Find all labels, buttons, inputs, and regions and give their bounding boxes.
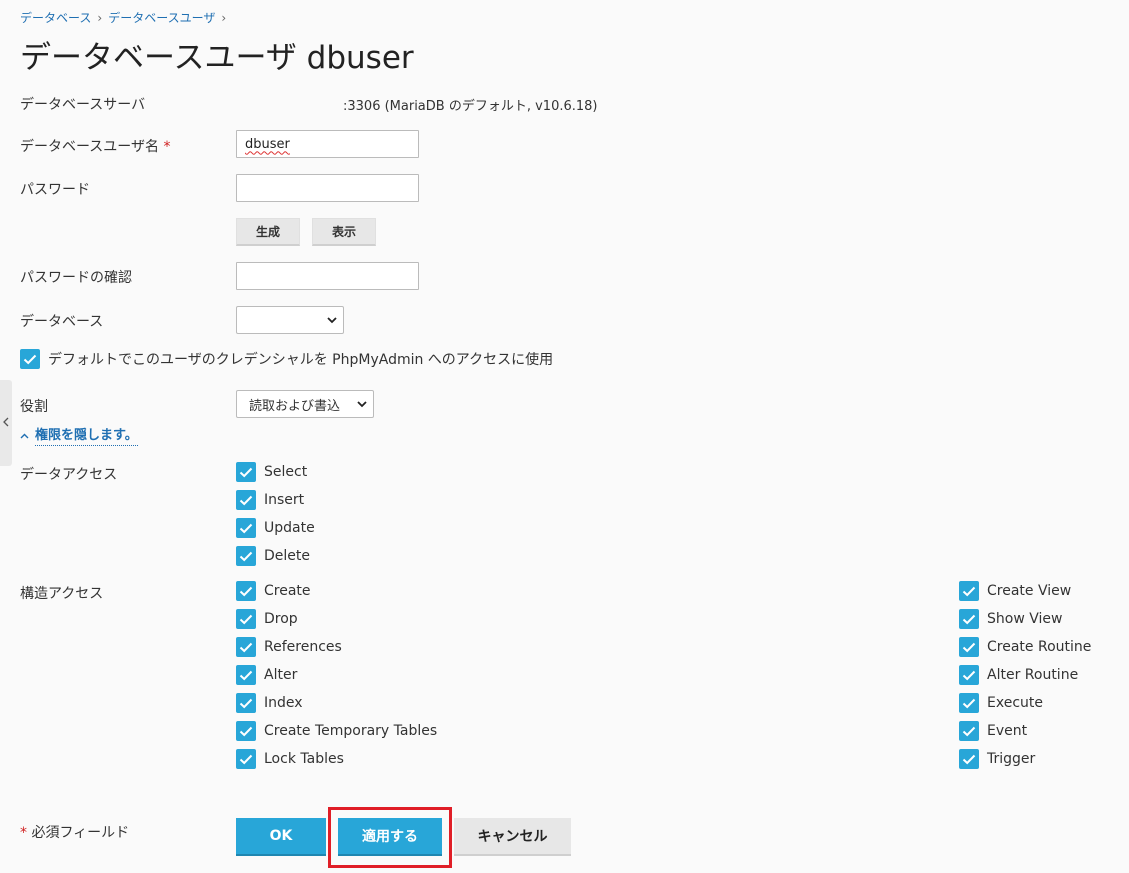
db-server-value: :3306 (MariaDB のデフォルト, v10.6.18) (343, 99, 598, 114)
privilege-label: Alter Routine (987, 667, 1079, 683)
chevron-right-icon: › (221, 10, 227, 25)
privilege-checkbox[interactable] (959, 721, 979, 741)
privilege-label: Index (264, 695, 303, 711)
chevron-right-icon: › (97, 10, 103, 25)
privilege-update[interactable]: Update (236, 518, 315, 538)
password-input[interactable] (236, 174, 419, 202)
hide-privileges-label: 権限を隠します。 (35, 424, 138, 446)
privilege-trigger[interactable]: Trigger (959, 749, 1035, 769)
privilege-label: Create View (987, 583, 1072, 599)
role-select-value: 読取および書込 (249, 398, 341, 414)
breadcrumb-databases-link[interactable]: データベース (20, 9, 91, 26)
sidebar-collapse-handle[interactable] (0, 380, 12, 466)
privilege-checkbox[interactable] (959, 581, 979, 601)
database-select[interactable] (236, 306, 344, 334)
show-password-button[interactable]: 表示 (312, 218, 376, 246)
privilege-checkbox[interactable] (959, 637, 979, 657)
breadcrumb: データベース › データベースユーザ › (20, 9, 226, 26)
privilege-checkbox[interactable] (236, 749, 256, 769)
privilege-label: Create (264, 583, 311, 599)
privilege-checkbox[interactable] (236, 665, 256, 685)
generate-password-button[interactable]: 生成 (236, 218, 300, 246)
privilege-label: References (264, 639, 342, 655)
username-label-text: データベースユーザ名 (20, 139, 160, 155)
privilege-create-routine[interactable]: Create Routine (959, 637, 1091, 657)
chevron-down-icon (357, 400, 367, 408)
privilege-checkbox[interactable] (236, 637, 256, 657)
privilege-label: Drop (264, 611, 298, 627)
confirm-password-label: パスワードの確認 (20, 270, 132, 286)
chevron-left-icon (3, 415, 9, 431)
hide-privileges-toggle[interactable]: 権限を隠します。 (20, 424, 138, 446)
apply-button[interactable]: 適用する (338, 818, 442, 856)
privilege-checkbox[interactable] (236, 462, 256, 482)
privilege-label: Select (264, 464, 308, 480)
privilege-checkbox[interactable] (959, 693, 979, 713)
privilege-label: Create Routine (987, 639, 1092, 655)
role-label: 役割 (20, 399, 48, 415)
privilege-label: Trigger (987, 751, 1036, 767)
privilege-label: Create Temporary Tables (264, 723, 438, 739)
username-value: dbuser (245, 136, 290, 152)
privilege-select[interactable]: Select (236, 462, 307, 482)
username-input[interactable]: dbuser (236, 130, 419, 158)
privilege-create[interactable]: Create (236, 581, 311, 601)
privilege-alter-routine[interactable]: Alter Routine (959, 665, 1078, 685)
phpmyadmin-credentials-option[interactable]: デフォルトでこのユーザのクレデンシャルを PhpMyAdmin へのアクセスに使… (20, 349, 553, 369)
page-title: データベースユーザ dbuser (20, 40, 414, 76)
privilege-label: Insert (264, 492, 305, 508)
privilege-label: Show View (987, 611, 1063, 627)
data-access-label: データアクセス (20, 467, 118, 483)
required-fields-text: 必須フィールド (31, 825, 130, 841)
db-server-label: データベースサーバ (20, 97, 146, 113)
privilege-alter[interactable]: Alter (236, 665, 297, 685)
confirm-password-input[interactable] (236, 262, 419, 290)
phpmyadmin-checkbox[interactable] (20, 349, 40, 369)
privilege-label: Execute (987, 695, 1043, 711)
privilege-checkbox[interactable] (236, 490, 256, 510)
privilege-index[interactable]: Index (236, 693, 303, 713)
chevron-down-icon (327, 316, 337, 324)
privilege-references[interactable]: References (236, 637, 342, 657)
privilege-lock-tables[interactable]: Lock Tables (236, 749, 344, 769)
privilege-label: Event (987, 723, 1028, 739)
database-label: データベース (20, 314, 104, 330)
privilege-label: Alter (264, 667, 298, 683)
privilege-create-temporary-tables[interactable]: Create Temporary Tables (236, 721, 437, 741)
structure-access-label: 構造アクセス (20, 586, 104, 602)
privilege-checkbox[interactable] (236, 609, 256, 629)
ok-button[interactable]: OK (236, 818, 326, 856)
privilege-create-view[interactable]: Create View (959, 581, 1071, 601)
privilege-insert[interactable]: Insert (236, 490, 304, 510)
privilege-checkbox[interactable] (236, 721, 256, 741)
privilege-label: Update (264, 520, 315, 536)
privilege-event[interactable]: Event (959, 721, 1027, 741)
required-fields-note: * 必須フィールド (20, 822, 129, 842)
chevron-up-icon (20, 428, 29, 443)
privilege-checkbox[interactable] (236, 546, 256, 566)
privilege-checkbox[interactable] (959, 749, 979, 769)
cancel-button[interactable]: キャンセル (454, 818, 571, 856)
phpmyadmin-label: デフォルトでこのユーザのクレデンシャルを PhpMyAdmin へのアクセスに使… (48, 352, 554, 368)
privilege-checkbox[interactable] (236, 518, 256, 538)
required-mark: * (163, 139, 171, 155)
privilege-label: Delete (264, 548, 310, 564)
privilege-execute[interactable]: Execute (959, 693, 1043, 713)
password-label: パスワード (20, 182, 90, 198)
role-select[interactable]: 読取および書込 (236, 390, 374, 418)
privilege-checkbox[interactable] (959, 609, 979, 629)
privilege-delete[interactable]: Delete (236, 546, 310, 566)
username-label: データベースユーザ名 * (20, 136, 170, 156)
privilege-label: Lock Tables (264, 751, 344, 767)
required-mark: * (20, 825, 27, 841)
privilege-checkbox[interactable] (236, 581, 256, 601)
privilege-checkbox[interactable] (959, 665, 979, 685)
privilege-show-view[interactable]: Show View (959, 609, 1062, 629)
breadcrumb-db-users-link[interactable]: データベースユーザ (108, 9, 215, 26)
privilege-checkbox[interactable] (236, 693, 256, 713)
privilege-drop[interactable]: Drop (236, 609, 298, 629)
